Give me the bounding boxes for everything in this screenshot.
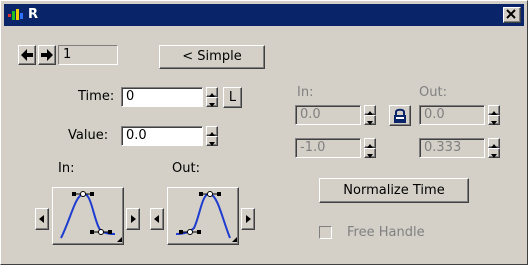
out-tangent-next-button[interactable]: [241, 208, 255, 230]
spinner-up-button[interactable]: [488, 138, 500, 148]
free-handle-checkbox[interactable]: [319, 226, 332, 239]
triangle-left-icon: [39, 215, 44, 223]
in-length-spinner[interactable]: [364, 138, 376, 158]
value-spinner[interactable]: [206, 126, 218, 146]
spinner-up-button[interactable]: [364, 105, 376, 115]
out-tangent-value-field[interactable]: 0.0: [419, 105, 485, 125]
value-label: Value:: [68, 128, 109, 143]
out-length-spinner[interactable]: [488, 138, 500, 158]
triangle-right-icon: [246, 215, 251, 223]
out-value-spinner[interactable]: [488, 105, 500, 125]
time-label: Time:: [78, 89, 115, 104]
in-value-spinner[interactable]: [364, 105, 376, 125]
triangle-left-icon: [154, 215, 159, 223]
in-tangent-value-field[interactable]: 0.0: [295, 105, 361, 125]
in-tangent-next-button[interactable]: [126, 208, 140, 230]
time-input[interactable]: 0: [121, 87, 203, 107]
in-tangent-prev-button[interactable]: [35, 208, 49, 230]
arrow-right-icon: [41, 49, 53, 61]
close-icon: [506, 9, 516, 19]
triangle-down-icon: [367, 121, 373, 125]
spinner-down-button[interactable]: [488, 148, 500, 158]
triangle-down-icon: [491, 121, 497, 125]
in-tangent-type-button[interactable]: [52, 187, 124, 245]
spinner-down-button[interactable]: [206, 97, 218, 107]
free-handle-label: Free Handle: [347, 225, 425, 240]
out-tangent-label: Out:: [172, 161, 200, 176]
triangle-down-icon: [209, 142, 215, 146]
spinner-down-button[interactable]: [364, 115, 376, 125]
title-bar[interactable]: R: [4, 4, 524, 26]
tangent-curve-icon: [175, 191, 237, 242]
next-key-button[interactable]: [38, 45, 56, 65]
spinner-down-button[interactable]: [364, 148, 376, 158]
out-tangent-type-button[interactable]: [167, 187, 239, 245]
key-index-field: 1: [58, 45, 118, 65]
lock-tangents-button[interactable]: [389, 105, 411, 126]
spinner-up-button[interactable]: [206, 87, 218, 97]
in-tangent-length-field[interactable]: -1.0: [295, 138, 361, 158]
lock-time-button[interactable]: L: [223, 87, 242, 108]
right-out-label: Out:: [419, 85, 447, 100]
spinner-up-button[interactable]: [488, 105, 500, 115]
simple-mode-button[interactable]: < Simple: [159, 45, 265, 69]
tangent-curve-icon: [60, 191, 122, 242]
spinner-down-button[interactable]: [488, 115, 500, 125]
spinner-up-button[interactable]: [206, 126, 218, 136]
out-tangent-length-field[interactable]: 0.333: [419, 138, 485, 158]
triangle-down-icon: [367, 154, 373, 158]
right-in-label: In:: [297, 85, 314, 100]
key-info-dialog: R 1 < Simple Time: 0 L Value: 0.0 In: Ou…: [0, 0, 528, 265]
triangle-down-icon: [209, 103, 215, 107]
time-spinner[interactable]: [206, 87, 218, 107]
window-title: R: [28, 7, 39, 22]
spinner-up-button[interactable]: [364, 138, 376, 148]
close-button[interactable]: [503, 7, 521, 23]
app-logo-icon: [8, 9, 23, 20]
out-tangent-prev-button[interactable]: [150, 208, 164, 230]
triangle-down-icon: [491, 154, 497, 158]
triangle-right-icon: [131, 215, 136, 223]
spinner-down-button[interactable]: [206, 136, 218, 146]
arrow-left-icon: [21, 49, 33, 61]
previous-key-button[interactable]: [18, 45, 36, 65]
lock-icon: [394, 108, 406, 123]
value-input[interactable]: 0.0: [121, 126, 203, 146]
in-tangent-label: In:: [58, 161, 75, 176]
normalize-time-button[interactable]: Normalize Time: [319, 178, 469, 203]
